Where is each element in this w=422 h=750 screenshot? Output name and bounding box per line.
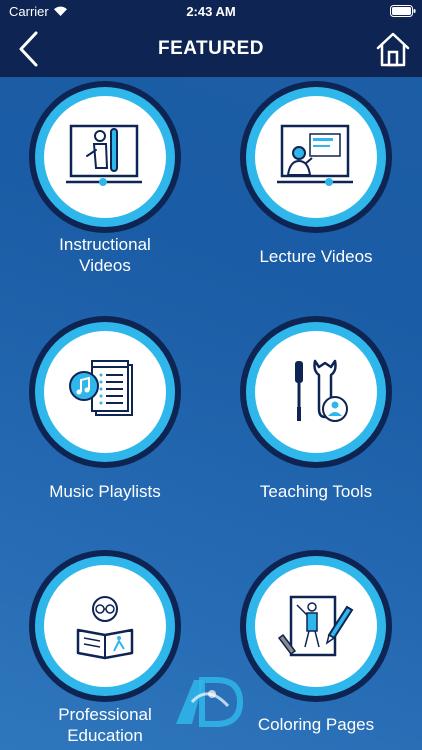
brand-logo-watermark bbox=[176, 677, 244, 727]
clock-label: 2:43 AM bbox=[186, 4, 236, 19]
instructor-video-icon bbox=[66, 124, 142, 186]
teaching-tools-icon bbox=[295, 359, 348, 422]
music-playlists-badge bbox=[29, 316, 181, 468]
tile-music-playlists[interactable]: Music Playlists bbox=[20, 316, 190, 506]
tile-coloring-pages[interactable]: Coloring Pages bbox=[231, 550, 401, 750]
tile-professional-education[interactable]: Professional Education bbox=[20, 550, 190, 750]
lecture-video-icon bbox=[277, 124, 353, 186]
tile-label-line1: Professional bbox=[58, 705, 152, 724]
tile-teaching-tools[interactable]: Teaching Tools bbox=[231, 316, 401, 506]
tile-label: Coloring Pages bbox=[257, 715, 375, 734]
battery-icon bbox=[390, 5, 416, 17]
featured-screen: Carrier 2:43 AM FEATURED Instructional V… bbox=[0, 0, 422, 750]
tile-lecture-videos[interactable]: Lecture Videos bbox=[231, 81, 401, 281]
lecture-videos-badge bbox=[240, 81, 392, 233]
professional-education-badge bbox=[29, 550, 181, 702]
instructional-videos-badge bbox=[29, 81, 181, 233]
home-button[interactable] bbox=[376, 31, 410, 67]
nav-header: Carrier 2:43 AM FEATURED bbox=[0, 0, 422, 77]
tile-label-line2: Education bbox=[67, 726, 143, 745]
tile-label-line2: Videos bbox=[79, 256, 131, 275]
status-bar: Carrier 2:43 AM bbox=[0, 0, 422, 24]
tile-label: Lecture Videos bbox=[259, 247, 373, 266]
tile-instructional-videos[interactable]: Instructional Videos bbox=[20, 81, 190, 281]
teaching-tools-badge bbox=[240, 316, 392, 468]
coloring-pages-badge bbox=[240, 550, 392, 702]
page-title: FEATURED bbox=[157, 38, 265, 59]
coloring-page-icon bbox=[277, 595, 354, 657]
reader-book-icon bbox=[76, 596, 134, 660]
tile-label: Teaching Tools bbox=[259, 482, 373, 501]
tile-label-line1: Instructional bbox=[59, 235, 151, 254]
music-playlist-icon bbox=[69, 360, 133, 416]
tile-label: Music Playlists bbox=[49, 482, 161, 501]
